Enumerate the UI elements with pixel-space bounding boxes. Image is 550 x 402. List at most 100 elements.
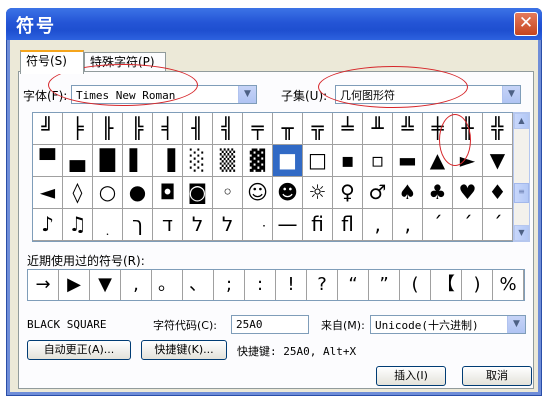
symbol-cell[interactable]: ▪ bbox=[333, 145, 363, 177]
recent-symbol-cell[interactable]: ! bbox=[276, 270, 307, 300]
insert-button[interactable]: 插入(I) bbox=[376, 366, 446, 386]
symbol-cell[interactable]: ╞ bbox=[63, 113, 93, 145]
symbol-cell[interactable]: ☼ bbox=[303, 177, 333, 209]
chevron-down-icon[interactable]: ▼ bbox=[502, 86, 520, 103]
symbol-cell[interactable]: █ bbox=[93, 145, 123, 177]
symbol-cell[interactable]: ╤ bbox=[243, 113, 273, 145]
symbol-cell[interactable]: ╝ bbox=[33, 113, 63, 145]
symbol-cell[interactable]: ◘ bbox=[153, 177, 183, 209]
arrow-down-icon[interactable]: ▼ bbox=[514, 225, 529, 241]
symbol-cell[interactable]: ▫ bbox=[363, 145, 393, 177]
symbol-cell[interactable]: ╩ bbox=[393, 113, 423, 145]
symbol-cell[interactable]: ♦ bbox=[483, 177, 513, 209]
recent-symbol-cell[interactable]: ” bbox=[369, 270, 400, 300]
close-button[interactable]: ✕ bbox=[514, 12, 538, 36]
from-select[interactable]: Unicode(十六进制) ▼ bbox=[370, 315, 526, 334]
symbol-cell[interactable]: □ bbox=[303, 145, 333, 177]
symbol-cell[interactable]: ╥ bbox=[273, 113, 303, 145]
symbol-cell[interactable]: ˊ bbox=[423, 209, 453, 241]
recent-symbol-cell[interactable]: % bbox=[493, 270, 524, 300]
recent-symbol-cell[interactable]: ▶ bbox=[59, 270, 90, 300]
symbol-cell[interactable]: ▓ bbox=[243, 145, 273, 177]
chevron-down-icon[interactable]: ▼ bbox=[507, 316, 525, 333]
symbol-cell[interactable]: ╧ bbox=[333, 113, 363, 145]
symbol-cell[interactable]: ╨ bbox=[363, 113, 393, 145]
symbol-cell[interactable]: ╢ bbox=[183, 113, 213, 145]
symbol-cell[interactable]: ▐ bbox=[153, 145, 183, 177]
symbol-cell[interactable]: ך bbox=[123, 209, 153, 241]
recent-symbol-cell[interactable]: ▼ bbox=[90, 270, 121, 300]
symbol-cell[interactable]: — bbox=[273, 209, 303, 241]
shortcut-key-button[interactable]: 快捷键(K)... bbox=[141, 340, 227, 360]
symbol-cell[interactable]: ░ bbox=[183, 145, 213, 177]
recent-symbol-cell[interactable]: → bbox=[28, 270, 59, 300]
symbol-cell[interactable]: ☺ bbox=[243, 177, 273, 209]
symbol-cell[interactable]: ד bbox=[153, 209, 183, 241]
symbol-cell[interactable]: ♣ bbox=[423, 177, 453, 209]
recent-symbol-cell[interactable]: ) bbox=[462, 270, 493, 300]
symbol-cell[interactable]: ˊ bbox=[483, 209, 513, 241]
arrow-up-icon[interactable]: ▲ bbox=[514, 113, 529, 129]
symbol-cell[interactable]: ◙ bbox=[183, 177, 213, 209]
symbol-cell[interactable]: ▬ bbox=[393, 145, 423, 177]
symbol-cell[interactable]: ▼ bbox=[483, 145, 513, 177]
symbol-cell[interactable]: ◊ bbox=[63, 177, 93, 209]
tab-symbols[interactable]: 符号(S) bbox=[20, 50, 84, 74]
recent-symbol-cell[interactable]: ( bbox=[400, 270, 431, 300]
font-select[interactable]: Times New Roman ▼ bbox=[71, 85, 257, 104]
recent-symbol-cell[interactable]: : bbox=[245, 270, 276, 300]
char-code-input[interactable]: 25A0 bbox=[231, 315, 309, 334]
symbol-cell[interactable]: ╬ bbox=[483, 113, 513, 145]
symbol-cell[interactable]: ‚ bbox=[363, 209, 393, 241]
recent-symbol-cell[interactable]: ? bbox=[307, 270, 338, 300]
symbol-cell[interactable]: ☻ bbox=[273, 177, 303, 209]
symbol-cell[interactable]: ˊ bbox=[453, 209, 483, 241]
symbol-cell[interactable]: ▌ bbox=[123, 145, 153, 177]
symbol-cell[interactable]: ╫ bbox=[453, 113, 483, 145]
symbol-cell[interactable]: ♥ bbox=[453, 177, 483, 209]
cancel-button[interactable]: 取消 bbox=[462, 366, 532, 386]
recent-symbol-cell[interactable]: 【 bbox=[431, 270, 462, 300]
recent-symbol-cell[interactable]: 、 bbox=[183, 270, 214, 300]
symbol-cell[interactable]: ╦ bbox=[303, 113, 333, 145]
symbol-cell[interactable]: ﬁ bbox=[303, 209, 333, 241]
subset-select[interactable]: 几何图形符 ▼ bbox=[335, 85, 521, 104]
chevron-down-icon[interactable]: ▼ bbox=[238, 86, 256, 103]
symbol-cell[interactable]: ל bbox=[213, 209, 243, 241]
symbol-cell[interactable]: ■ bbox=[273, 145, 303, 177]
autocorrect-button[interactable]: 自动更正(A)... bbox=[27, 340, 131, 360]
scroll-thumb[interactable]: ≡ bbox=[514, 183, 529, 203]
symbol-cell[interactable]: ▀ bbox=[33, 145, 63, 177]
symbol-cell[interactable]: ּ bbox=[243, 209, 273, 241]
recent-symbol-cell[interactable]: “ bbox=[338, 270, 369, 300]
symbol-cell[interactable]: ╠ bbox=[123, 113, 153, 145]
symbol-cell[interactable]: ‚ bbox=[393, 209, 423, 241]
symbol-cell[interactable]: ﬂ bbox=[333, 209, 363, 241]
symbol-cell[interactable]: ▄ bbox=[63, 145, 93, 177]
symbol-cell[interactable]: ▒ bbox=[213, 145, 243, 177]
grid-scrollbar[interactable]: ▲ ≡ ▼ bbox=[513, 112, 530, 242]
title-bar[interactable]: 符号 ✕ bbox=[6, 8, 542, 40]
recent-symbol-cell[interactable]: 。 bbox=[152, 270, 183, 300]
symbol-cell[interactable]: ♂ bbox=[363, 177, 393, 209]
symbol-cell[interactable]: ♠ bbox=[393, 177, 423, 209]
recent-symbols-label: 近期使用过的符号(R): bbox=[27, 254, 145, 268]
recent-symbol-cell[interactable]: ; bbox=[214, 270, 245, 300]
symbol-cell[interactable]: ׅ bbox=[93, 209, 123, 241]
symbol-cell[interactable]: ╟ bbox=[93, 113, 123, 145]
symbol-cell[interactable]: ♀ bbox=[333, 177, 363, 209]
tab-special-characters[interactable]: 特殊字符(P) bbox=[84, 52, 166, 72]
symbol-cell[interactable]: ♪ bbox=[33, 209, 63, 241]
symbol-cell[interactable]: ◄ bbox=[33, 177, 63, 209]
symbol-cell[interactable]: ► bbox=[453, 145, 483, 177]
symbol-cell[interactable]: ╣ bbox=[213, 113, 243, 145]
symbol-cell[interactable]: ל bbox=[183, 209, 213, 241]
symbol-cell[interactable]: ◦ bbox=[213, 177, 243, 209]
symbol-cell[interactable]: ○ bbox=[93, 177, 123, 209]
recent-symbol-cell[interactable]: , bbox=[121, 270, 152, 300]
symbol-cell[interactable]: ╡ bbox=[153, 113, 183, 145]
symbol-cell[interactable]: ▲ bbox=[423, 145, 453, 177]
symbol-cell[interactable]: ● bbox=[123, 177, 153, 209]
symbol-cell[interactable]: ♫ bbox=[63, 209, 93, 241]
symbol-cell[interactable]: ╪ bbox=[423, 113, 453, 145]
